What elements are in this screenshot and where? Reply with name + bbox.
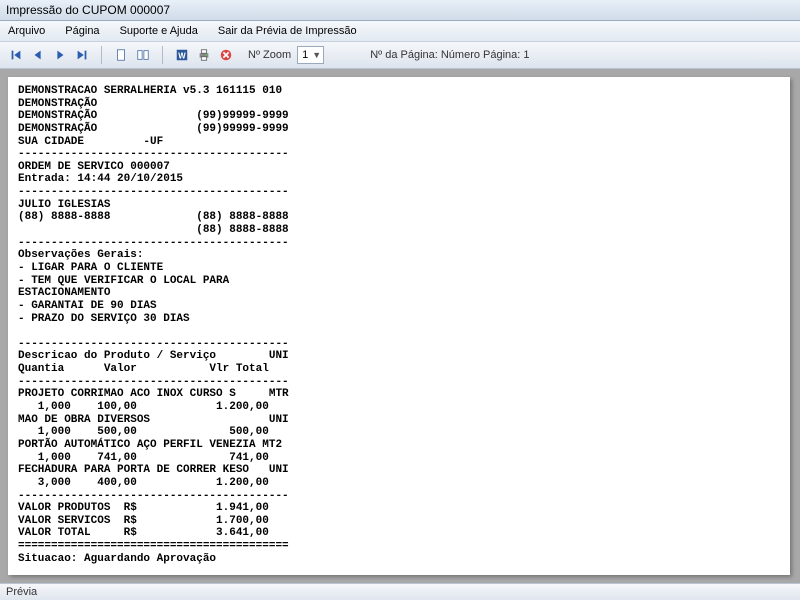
status-text: Prévia: [6, 586, 37, 598]
preview-area: DEMONSTRACAO SERRALHERIA v5.3 161115 010…: [0, 69, 800, 583]
zoom-label: Nº Zoom: [248, 49, 291, 61]
receipt-content: DEMONSTRACAO SERRALHERIA v5.3 161115 010…: [18, 85, 780, 575]
zoom-value: 1: [302, 49, 308, 61]
doc-buttons: W: [172, 45, 236, 65]
nav-last-icon[interactable]: [72, 45, 92, 65]
zoom-select[interactable]: 1 ▼: [297, 46, 324, 64]
menu-bar: Arquivo Página Suporte e Ajuda Sair da P…: [0, 21, 800, 42]
window-title: Impressão do CUPOM 000007: [6, 3, 170, 17]
menu-pagina[interactable]: Página: [61, 23, 103, 39]
status-bar: Prévia: [0, 583, 800, 600]
nav-prev-icon[interactable]: [28, 45, 48, 65]
separator: [162, 46, 163, 64]
nav-next-icon[interactable]: [50, 45, 70, 65]
chevron-down-icon: ▼: [312, 50, 321, 60]
page-number-label: Nº da Página: Número Página: 1: [370, 49, 529, 61]
two-page-icon[interactable]: [133, 45, 153, 65]
toolbar: W Nº Zoom 1 ▼ Nº da Página: Número Págin…: [0, 42, 800, 69]
print-page: DEMONSTRACAO SERRALHERIA v5.3 161115 010…: [8, 77, 790, 575]
svg-text:W: W: [178, 52, 186, 61]
word-export-icon[interactable]: W: [172, 45, 192, 65]
menu-suporte[interactable]: Suporte e Ajuda: [116, 23, 202, 39]
page-view-buttons: [111, 45, 153, 65]
window-title-bar: Impressão do CUPOM 000007: [0, 0, 800, 21]
print-icon[interactable]: [194, 45, 214, 65]
separator: [101, 46, 102, 64]
close-icon[interactable]: [216, 45, 236, 65]
menu-sair[interactable]: Sair da Prévia de Impressão: [214, 23, 361, 39]
nav-buttons: [6, 45, 92, 65]
single-page-icon[interactable]: [111, 45, 131, 65]
nav-first-icon[interactable]: [6, 45, 26, 65]
menu-arquivo[interactable]: Arquivo: [4, 23, 49, 39]
